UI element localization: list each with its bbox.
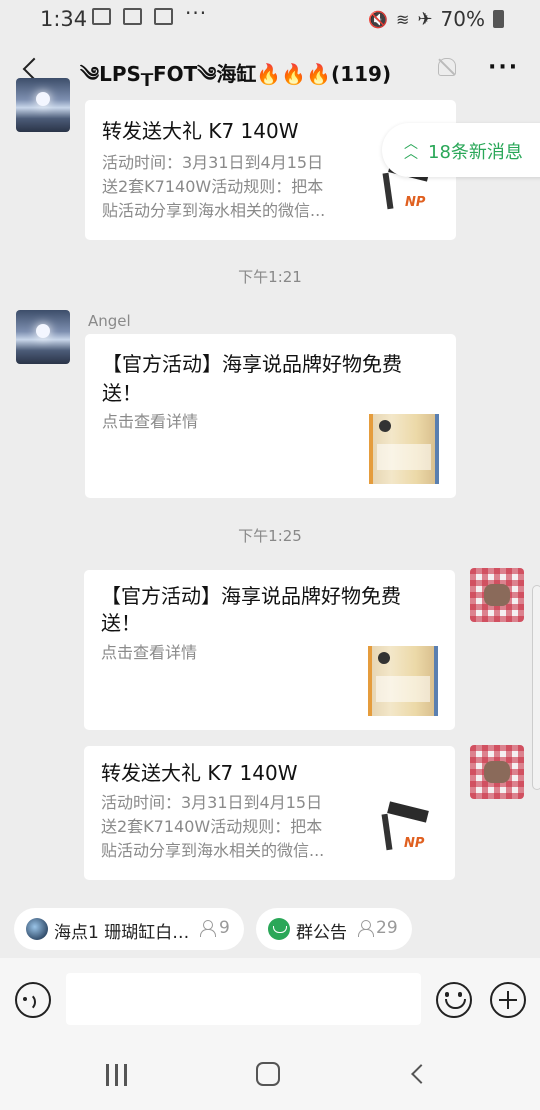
card-desc-line: 活动时间：3月31日到4月15日 xyxy=(102,153,324,172)
more-notifications-icon: ··· xyxy=(185,1,208,25)
card-desc-line: 贴活动分享到海水相关的微信... xyxy=(102,201,326,220)
battery-percent: 70% xyxy=(440,7,485,31)
tag-announcement[interactable]: 群公告 29 xyxy=(256,908,412,950)
group-tags-bar: 海点1 珊瑚缸白… 9 群公告 29 xyxy=(0,898,540,958)
my-avatar[interactable] xyxy=(470,745,524,799)
card-title-line: 送！ xyxy=(102,381,142,405)
card-title-line: 送！ xyxy=(101,611,141,635)
card-desc-line: 贴活动分享到海水相关的微信... xyxy=(101,841,325,860)
voice-input-button[interactable] xyxy=(15,982,51,1018)
message-timestamp: 下午1:21 xyxy=(238,268,302,286)
group-avatar-icon xyxy=(26,918,48,940)
airplane-icon: ✈ xyxy=(417,8,433,30)
tag-group-chat[interactable]: 海点1 珊瑚缸白… 9 xyxy=(14,908,244,950)
card-desc-line: 送2套K7140W活动规则：把本 xyxy=(101,817,323,836)
recents-button[interactable] xyxy=(106,1064,130,1086)
new-messages-label: 18条新消息 xyxy=(428,142,523,163)
link-card-message[interactable]: 转发送大礼 K7 140W 活动时间：3月31日到4月15日 送2套K7140W… xyxy=(84,746,455,880)
more-options-button[interactable]: ··· xyxy=(488,55,519,80)
message-timestamp: 下午1:25 xyxy=(238,527,302,545)
system-nav-bar xyxy=(0,1038,540,1110)
input-bar xyxy=(0,958,540,1038)
home-button[interactable] xyxy=(256,1062,280,1086)
tag-label: 海点1 珊瑚缸白… xyxy=(54,923,190,943)
app-notification-icon xyxy=(123,8,142,25)
sender-name: Angel xyxy=(88,312,131,330)
link-card-message[interactable]: 【官方活动】海享说品牌好物免费 送！ 点击查看详情 xyxy=(84,570,455,730)
muted-bell-icon xyxy=(438,58,456,76)
tag-count: 9 xyxy=(219,918,230,938)
card-thumbnail-lamp: NP xyxy=(374,796,444,866)
emoji-button[interactable] xyxy=(436,982,472,1018)
status-bar: 1:34 ··· 🔇 ≋ ✈ 70% xyxy=(0,0,540,38)
card-thumbnail-poster xyxy=(369,414,439,484)
card-title-line: 【官方活动】海享说品牌好物免费 xyxy=(101,584,401,608)
battery-icon xyxy=(493,10,504,28)
avatar[interactable] xyxy=(16,78,70,132)
message-input[interactable] xyxy=(66,973,421,1025)
thumbnail-brand: NP xyxy=(405,195,426,210)
link-card-message[interactable]: 【官方活动】海享说品牌好物免费 送！ 点击查看详情 xyxy=(85,334,456,498)
mute-status-icon: 🔇 xyxy=(368,9,389,29)
my-avatar[interactable] xyxy=(470,568,524,622)
card-desc-line: 点击查看详情 xyxy=(102,412,199,431)
d-app-notification-icon xyxy=(154,8,173,25)
card-title: 转发送大礼 K7 140W xyxy=(101,761,298,785)
more-functions-button[interactable] xyxy=(490,982,526,1018)
new-messages-button[interactable]: ︿ ︿ 18条新消息 xyxy=(382,123,540,177)
person-icon xyxy=(358,920,374,937)
announcement-icon xyxy=(268,918,290,940)
card-thumbnail-poster xyxy=(368,646,438,716)
wifi-icon: ≋ xyxy=(396,9,410,29)
status-time: 1:34 xyxy=(40,7,88,31)
scrollbar[interactable] xyxy=(532,585,540,790)
person-icon xyxy=(200,920,216,937)
avatar[interactable] xyxy=(16,310,70,364)
tag-count: 29 xyxy=(376,918,398,938)
double-chevron-up-icon: ︿ ︿ xyxy=(404,136,418,162)
gallery-notification-icon xyxy=(92,8,111,25)
card-desc-line: 活动时间：3月31日到4月15日 xyxy=(101,793,323,812)
chat-header: ༄LPS┰FOT༄海缸🔥🔥🔥(119) ··· xyxy=(0,38,540,100)
thumbnail-brand: NP xyxy=(404,836,425,851)
card-title-line: 【官方活动】海享说品牌好物免费 xyxy=(102,352,402,376)
tag-label: 群公告 xyxy=(296,923,347,943)
system-back-button[interactable] xyxy=(411,1064,431,1084)
card-title: 转发送大礼 K7 140W xyxy=(102,119,299,143)
card-desc-line: 送2套K7140W活动规则：把本 xyxy=(102,177,324,196)
card-desc-line: 点击查看详情 xyxy=(101,643,198,662)
